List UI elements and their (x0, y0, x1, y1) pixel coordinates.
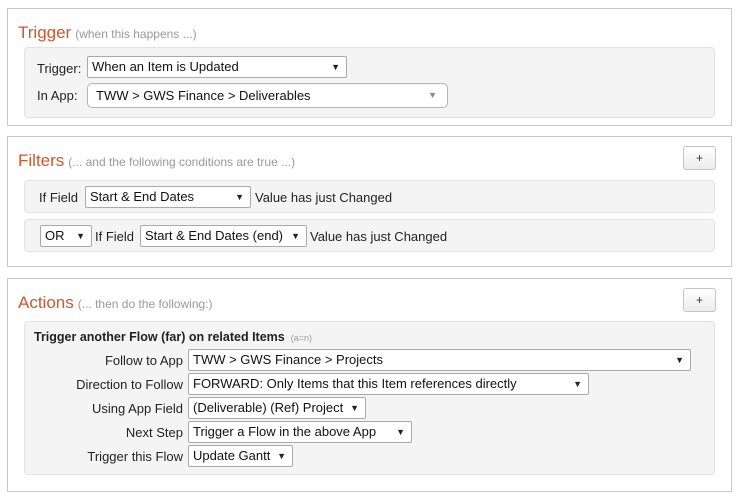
chevron-down-icon: ▼ (428, 90, 437, 100)
using-app-field-label: Using App Field (91, 401, 183, 416)
filter-field-value: Start & End Dates (90, 189, 195, 204)
chevron-down-icon: ▼ (350, 403, 359, 413)
filter-field-select[interactable]: Start & End Dates ▼ (85, 186, 251, 208)
using-app-field-value: (Deliverable) (Ref) Project (193, 400, 344, 415)
next-step-value: Trigger a Flow in the above App (193, 424, 377, 439)
filter-condition: Value has just Changed (255, 190, 393, 205)
add-action-button[interactable]: + (683, 288, 716, 312)
chevron-down-icon: ▼ (331, 62, 340, 72)
filter-row: If Field Start & End Dates ▼ Value has j… (24, 180, 715, 213)
chevron-down-icon: ▼ (235, 192, 244, 202)
chevron-down-icon: ▼ (277, 451, 286, 461)
next-step-label: Next Step (125, 425, 183, 440)
action-title: Trigger another Flow (far) on related It… (34, 330, 285, 344)
trigger-panel: Trigger (when this happens ...) Trigger: … (7, 8, 732, 126)
in-app-select-value: TWW > GWS Finance > Deliverables (96, 88, 311, 103)
filter-field-select[interactable]: Start & End Dates (end) ▼ (140, 225, 307, 247)
direction-value: FORWARD: Only Items that this Item refer… (193, 376, 517, 391)
follow-to-app-label: Follow to App (104, 353, 183, 368)
if-field-label: If Field (95, 229, 135, 244)
filters-title: Filters (18, 151, 65, 170)
chevron-down-icon: ▼ (76, 231, 85, 241)
filter-field-value: Start & End Dates (end) (145, 228, 284, 243)
trigger-title: Trigger (18, 23, 72, 42)
filter-operator-select[interactable]: OR ▼ (40, 225, 92, 247)
follow-to-app-select[interactable]: TWW > GWS Finance > Projects ▼ (188, 349, 691, 371)
next-step-select[interactable]: Trigger a Flow in the above App ▼ (188, 421, 412, 443)
chevron-down-icon: ▼ (573, 379, 582, 389)
filters-subtitle: (... and the following conditions are tr… (68, 155, 296, 169)
actions-subtitle: (... then do the following:) (77, 297, 213, 311)
trigger-label: Trigger: (37, 61, 82, 76)
actions-title: Actions (18, 293, 74, 312)
trigger-this-flow-label: Trigger this Flow (87, 449, 183, 464)
add-filter-button[interactable]: + (683, 146, 716, 170)
trigger-panel-heading: Trigger (when this happens ...) (18, 23, 197, 43)
using-app-field-select[interactable]: (Deliverable) (Ref) Project ▼ (188, 397, 366, 419)
trigger-select[interactable]: When an Item is Updated ▼ (87, 56, 347, 78)
trigger-settings-box: Trigger: When an Item is Updated ▼ In Ap… (24, 47, 715, 118)
filter-row: OR ▼ If Field Start & End Dates (end) ▼ … (24, 219, 715, 252)
trigger-subtitle: (when this happens ...) (75, 27, 197, 41)
filter-operator-value: OR (45, 228, 65, 243)
chevron-down-icon: ▼ (291, 231, 300, 241)
direction-label: Direction to Follow (76, 377, 183, 392)
actions-panel: Actions (... then do the following:) + Tr… (7, 278, 732, 492)
chevron-down-icon: ▼ (396, 427, 405, 437)
action-note: (a=n) (290, 333, 312, 343)
trigger-this-flow-select[interactable]: Update Gantt ▼ (188, 445, 293, 467)
in-app-select[interactable]: TWW > GWS Finance > Deliverables ▼ (87, 83, 448, 108)
action-heading: Trigger another Flow (far) on related It… (34, 330, 312, 344)
filters-panel-heading: Filters (... and the following conditions… (18, 151, 295, 171)
trigger-select-value: When an Item is Updated (92, 59, 239, 74)
chevron-down-icon: ▼ (675, 355, 684, 365)
in-app-label: In App: (37, 88, 78, 103)
filter-condition: Value has just Changed (310, 229, 448, 244)
follow-to-app-value: TWW > GWS Finance > Projects (193, 352, 383, 367)
filters-panel: Filters (... and the following conditions… (7, 136, 732, 267)
action-box: Trigger another Flow (far) on related It… (24, 321, 715, 475)
direction-select[interactable]: FORWARD: Only Items that this Item refer… (188, 373, 589, 395)
if-field-label: If Field (39, 190, 79, 205)
trigger-this-flow-value: Update Gantt (193, 448, 271, 463)
actions-panel-heading: Actions (... then do the following:) (18, 293, 213, 313)
